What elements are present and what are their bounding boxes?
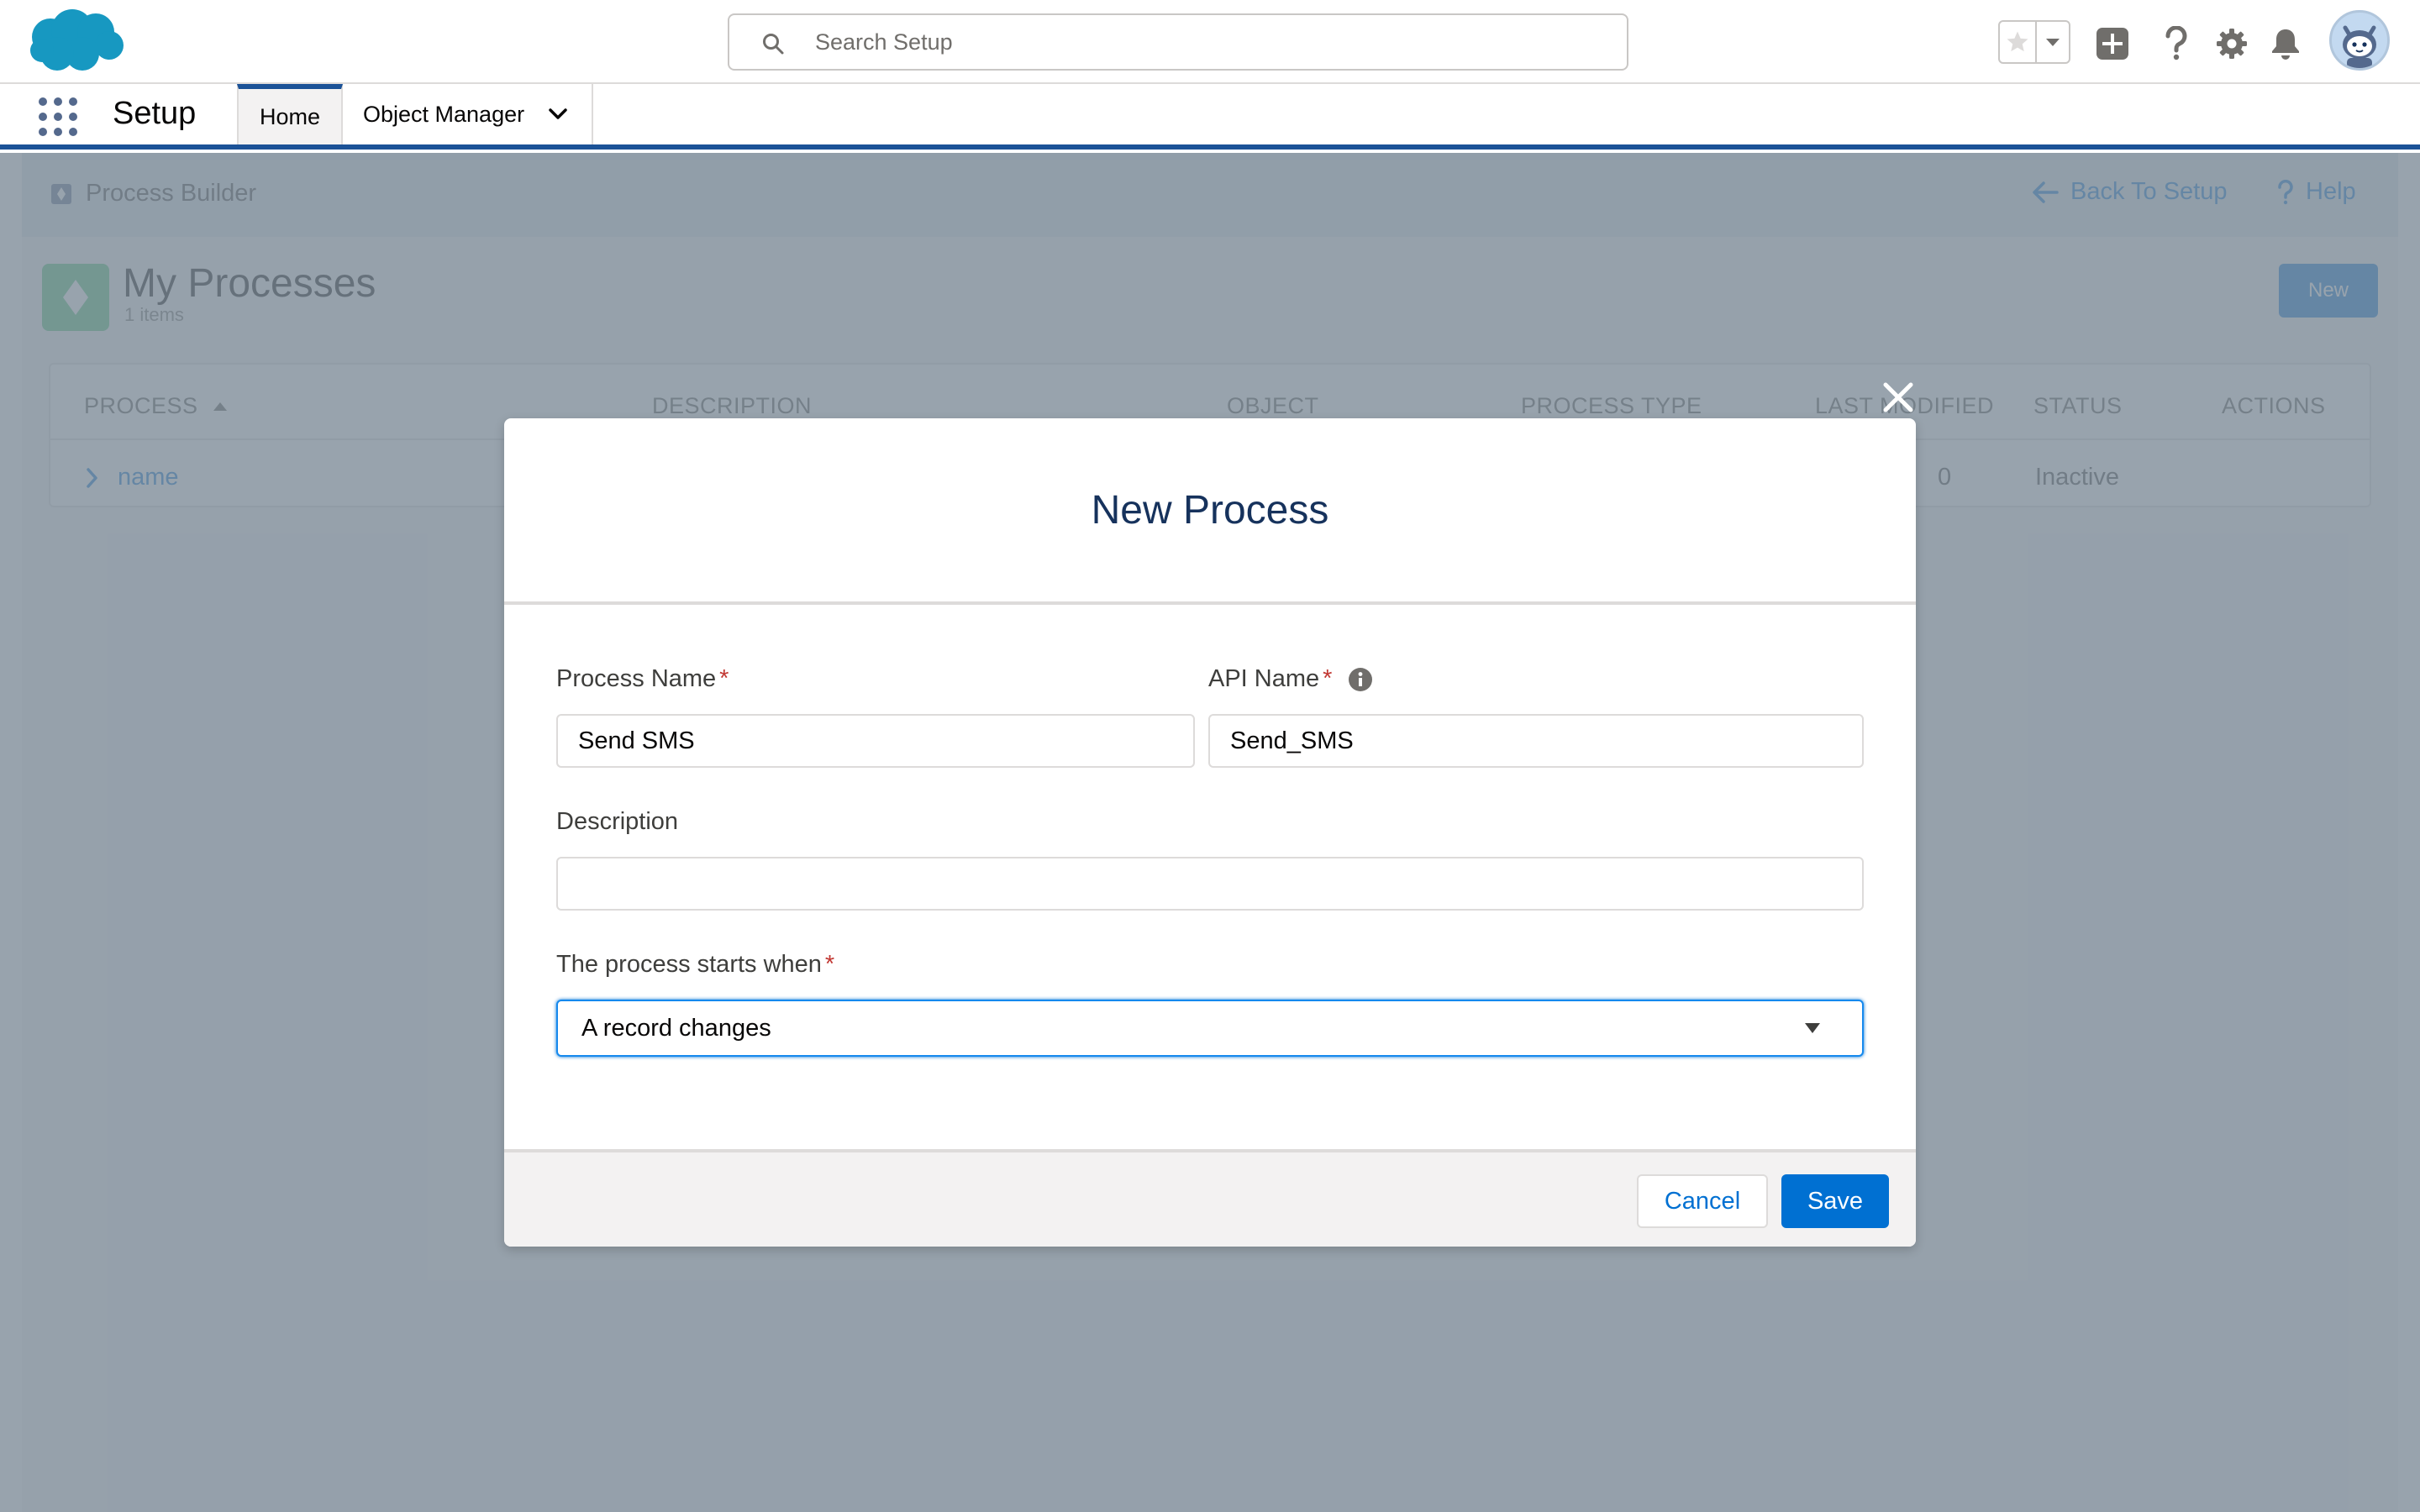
close-icon[interactable] [1879,378,1918,417]
info-icon[interactable] [1347,666,1374,693]
process-name-label-text: Process Name [556,665,717,692]
salesforce-logo[interactable] [25,7,126,76]
sort-ascending-icon [213,402,227,411]
description-field[interactable] [556,857,1864,911]
arrow-left-icon [2033,181,2059,203]
column-header-actions: ACTIONS [2222,393,2326,418]
add-icon[interactable] [2089,20,2136,67]
starts-when-selected-value: A record changes [581,1014,771,1042]
required-marker: * [719,665,729,692]
search-icon [761,32,785,55]
my-processes-icon [42,264,109,331]
new-process-modal: New Process Process Name * API Name * De… [504,418,1916,1247]
table-row[interactable]: name [86,464,179,491]
cancel-button[interactable]: Cancel [1637,1174,1768,1228]
new-process-button[interactable]: New [2279,264,2378,318]
chevron-down-icon[interactable] [2037,22,2069,62]
starts-when-label-text: The process starts when [556,951,822,978]
starts-when-select[interactable]: A record changes [556,1000,1864,1057]
back-to-setup-link[interactable]: Back To Setup [2032,178,2227,206]
global-header [0,0,2420,84]
column-header-process-type[interactable]: PROCESS TYPE [1521,393,1702,419]
help-icon[interactable] [2153,20,2200,67]
global-search[interactable] [728,13,1628,71]
description-label: Description [556,808,678,836]
process-name-field[interactable] [556,714,1195,768]
starts-when-label: The process starts when * [556,951,834,979]
last-modified-cell: 0 [1938,464,1952,491]
app-launcher-icon[interactable] [39,97,77,136]
api-name-label-text: API Name [1208,665,1320,692]
context-bar: Setup Home Object Manager [0,84,2420,150]
notifications-bell-icon[interactable] [2262,20,2309,67]
app-name: Setup [113,96,197,131]
tab-object-manager[interactable]: Object Manager [343,84,593,144]
tab-object-manager-label: Object Manager [363,101,525,127]
column-header-object[interactable]: OBJECT [1227,393,1319,419]
column-header-status[interactable]: STATUS [2033,393,2123,419]
setup-gear-icon[interactable] [2208,20,2255,67]
column-header-description[interactable]: DESCRIPTION [652,393,812,419]
description-label-text: Description [556,808,679,835]
status-cell: Inactive [2035,464,2119,491]
help-label: Help [2306,178,2356,205]
process-builder-header: Process Builder Back To Setup Help [22,153,2398,237]
favorites-star-icon[interactable] [2000,22,2037,62]
modal-header: New Process [504,418,1916,605]
avatar[interactable] [2329,10,2390,71]
process-builder-title: Process Builder [86,180,257,207]
help-icon [2278,179,2293,204]
modal-title: New Process [1091,487,1329,533]
caret-down-icon [1803,1021,1822,1035]
list-title: My Processes [123,261,376,306]
item-count: 1 items [124,304,184,325]
help-link[interactable]: Help [2277,178,2356,206]
api-name-field[interactable] [1208,714,1864,768]
chevron-right-icon[interactable] [86,467,99,489]
api-name-label: API Name * [1208,665,1374,693]
process-name-cell[interactable]: name [118,464,179,491]
modal-footer: Cancel Save [504,1149,1916,1247]
save-button[interactable]: Save [1781,1174,1889,1228]
process-builder-icon [50,183,72,205]
required-marker: * [1323,665,1333,692]
column-header-process[interactable]: PROCESS [84,393,229,419]
chevron-down-icon[interactable] [548,108,568,121]
process-name-label: Process Name * [556,665,729,693]
tab-home[interactable]: Home [237,84,343,144]
column-header-process-label: PROCESS [84,393,198,418]
favorites-group [1998,20,2070,64]
required-marker: * [824,951,835,978]
back-to-setup-label: Back To Setup [2070,178,2228,205]
search-input[interactable] [815,24,1605,60]
